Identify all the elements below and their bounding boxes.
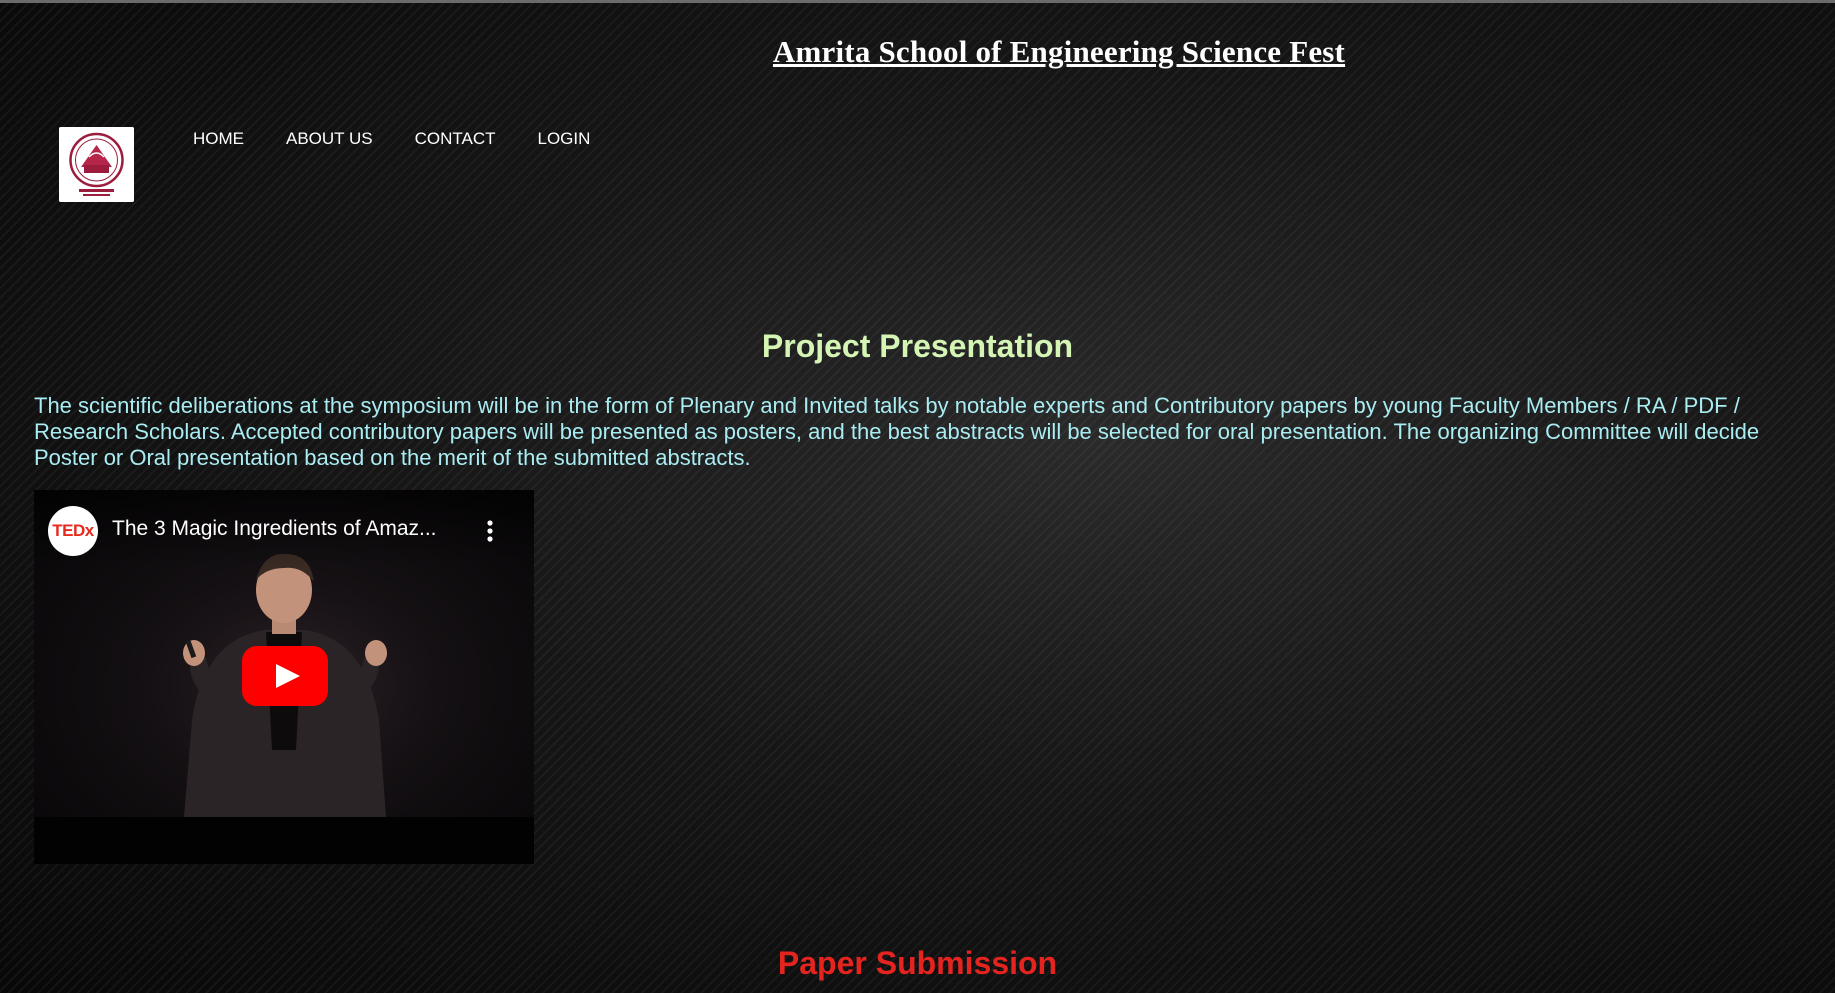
paper-submission-heading: Paper Submission	[777, 945, 1058, 981]
project-description: The scientific deliberations at the symp…	[34, 393, 1760, 470]
video-header: TEDx The 3 Magic Ingredients of Amaz...	[34, 490, 534, 566]
project-presentation-heading: Project Presentation	[761, 328, 1074, 364]
play-icon[interactable]	[242, 646, 328, 706]
tedx-logo-icon[interactable]: TEDx	[48, 506, 98, 556]
college-emblem-icon	[59, 127, 134, 202]
video-title[interactable]: The 3 Magic Ingredients of Amaz...	[112, 517, 437, 541]
nav-item-login[interactable]: LOGIN	[538, 129, 591, 149]
video-embed[interactable]: TEDx The 3 Magic Ingredients of Amaz...	[34, 490, 534, 864]
site-title: Amrita School of Engineering Science Fes…	[772, 34, 1346, 69]
nav-item-about-us[interactable]: ABOUT US	[286, 129, 373, 149]
page: Amrita School of Engineering Science Fes…	[0, 0, 1835, 993]
main-nav: HOME ABOUT US CONTACT LOGIN	[193, 129, 590, 149]
channel-badge: TEDx	[52, 521, 94, 540]
college-logo[interactable]	[59, 127, 134, 202]
browser-top-border	[0, 0, 1835, 3]
nav-item-home[interactable]: HOME	[193, 129, 244, 149]
video-bottom-bar	[34, 817, 534, 864]
nav-item-contact[interactable]: CONTACT	[415, 129, 496, 149]
more-vert-icon[interactable]	[480, 516, 500, 546]
